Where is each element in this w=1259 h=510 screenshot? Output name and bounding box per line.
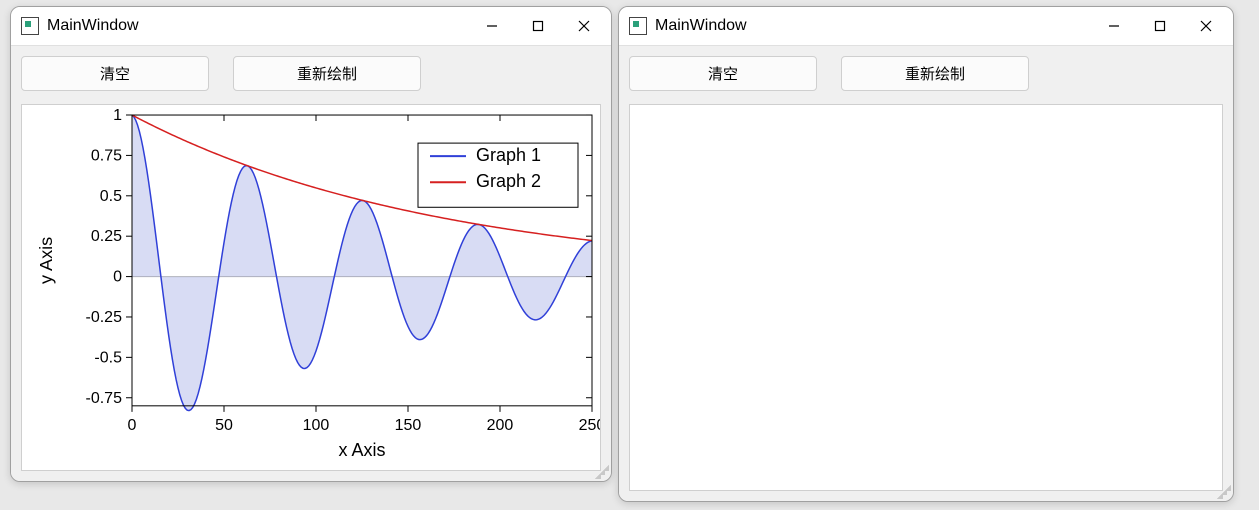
close-button[interactable] bbox=[1183, 11, 1229, 41]
resize-grip[interactable] bbox=[1217, 485, 1231, 499]
redraw-button[interactable]: 重新绘制 bbox=[841, 56, 1029, 91]
svg-text:150: 150 bbox=[395, 416, 422, 434]
svg-text:250: 250 bbox=[579, 416, 600, 434]
close-button[interactable] bbox=[561, 11, 607, 41]
app-icon bbox=[629, 17, 647, 35]
minimize-button[interactable] bbox=[1091, 11, 1137, 41]
svg-text:-0.75: -0.75 bbox=[86, 389, 123, 407]
svg-text:200: 200 bbox=[487, 416, 514, 434]
svg-text:1: 1 bbox=[113, 106, 122, 124]
svg-text:0: 0 bbox=[113, 268, 122, 286]
svg-text:Graph 2: Graph 2 bbox=[476, 171, 541, 191]
redraw-button[interactable]: 重新绘制 bbox=[233, 56, 421, 91]
svg-text:50: 50 bbox=[215, 416, 233, 434]
toolbar: 清空 重新绘制 bbox=[619, 46, 1233, 91]
svg-text:-0.5: -0.5 bbox=[94, 348, 122, 366]
toolbar: 清空 重新绘制 bbox=[11, 46, 611, 91]
svg-text:Graph 1: Graph 1 bbox=[476, 145, 541, 165]
client-area: 清空 重新绘制 0 50 100 150 200 250 -0.75 -0.5 -0.25 0 0.… bbox=[11, 46, 611, 481]
app-icon bbox=[21, 17, 39, 35]
svg-text:0: 0 bbox=[128, 416, 137, 434]
window-main-right: MainWindow 清空 重新绘制 bbox=[618, 6, 1234, 502]
plot-widget-empty[interactable] bbox=[629, 104, 1223, 491]
resize-grip[interactable] bbox=[595, 465, 609, 479]
window-title: MainWindow bbox=[47, 17, 139, 35]
svg-text:100: 100 bbox=[303, 416, 330, 434]
titlebar[interactable]: MainWindow bbox=[619, 7, 1233, 46]
client-area: 清空 重新绘制 bbox=[619, 46, 1233, 501]
titlebar[interactable]: MainWindow bbox=[11, 7, 611, 46]
clear-button[interactable]: 清空 bbox=[629, 56, 817, 91]
maximize-button[interactable] bbox=[1137, 11, 1183, 41]
window-main-left: MainWindow 清空 重新绘制 0 50 100 150 200 250 -0.75 -… bbox=[10, 6, 612, 482]
svg-text:0.5: 0.5 bbox=[100, 187, 122, 205]
minimize-button[interactable] bbox=[469, 11, 515, 41]
window-title: MainWindow bbox=[655, 17, 747, 35]
svg-text:y Axis: y Axis bbox=[36, 237, 56, 284]
maximize-button[interactable] bbox=[515, 11, 561, 41]
svg-text:-0.25: -0.25 bbox=[86, 308, 123, 326]
svg-text:0.75: 0.75 bbox=[91, 146, 122, 164]
svg-text:x Axis: x Axis bbox=[339, 440, 386, 460]
plot-widget[interactable]: 0 50 100 150 200 250 -0.75 -0.5 -0.25 0 0.25 0.5 0.7… bbox=[21, 104, 601, 471]
svg-text:0.25: 0.25 bbox=[91, 227, 122, 245]
clear-button[interactable]: 清空 bbox=[21, 56, 209, 91]
